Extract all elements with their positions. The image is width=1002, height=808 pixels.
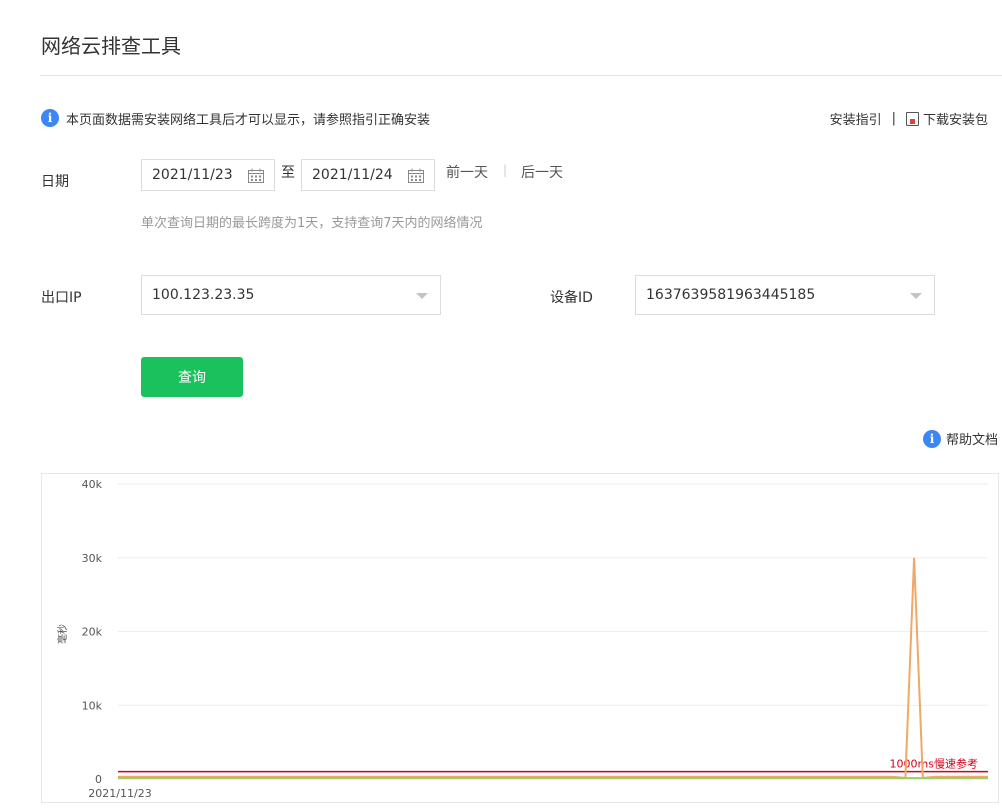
download-icon xyxy=(905,111,919,126)
date-to-value: 2021/11/24 xyxy=(312,167,393,183)
next-day-link[interactable]: 后一天 xyxy=(521,162,563,182)
date-label: 日期 xyxy=(41,174,69,190)
info-icon: i xyxy=(922,429,941,448)
date-to-input[interactable]: 2021/11/24 xyxy=(301,159,435,191)
day-link-divider: | xyxy=(503,163,508,177)
download-link[interactable]: 下载安装包 xyxy=(923,109,988,128)
date-hint: 单次查询日期的最长跨度为1天，支持查询7天内的网络情况 xyxy=(141,216,483,231)
calendar-icon xyxy=(408,168,424,183)
link-separator: | xyxy=(891,111,896,126)
prev-day-link[interactable]: 前一天 xyxy=(446,162,488,182)
threshold-label: 1000ms慢速参考 xyxy=(890,757,978,771)
ip-select[interactable]: 100.123.23.35 xyxy=(141,275,441,315)
y-tick-label: 10k xyxy=(82,699,103,712)
page-title: 网络云排查工具 xyxy=(41,34,181,58)
info-icon: i xyxy=(41,109,59,127)
y-tick-label: 0 xyxy=(95,773,102,786)
ip-value: 100.123.23.35 xyxy=(152,287,255,303)
query-button[interactable]: 查询 xyxy=(141,357,243,397)
y-tick-label: 20k xyxy=(82,626,103,639)
top-links: 安装指引 | 下载安装包 xyxy=(830,109,988,128)
date-from-input[interactable]: 2021/11/23 xyxy=(141,159,275,191)
notice-text: 本页面数据需安装网络工具后才可以显示，请参照指引正确安装 xyxy=(66,112,431,128)
latency-chart: 40k 30k 20k 10k 0 毫秒 2021/11/23 1000ms慢速参考 xyxy=(41,473,999,803)
series-line-1 xyxy=(118,557,988,779)
title-divider xyxy=(40,75,1002,76)
help-label: 帮助文档 xyxy=(945,433,998,448)
y-tick-label: 30k xyxy=(82,552,103,565)
y-axis-label: 毫秒 xyxy=(56,624,69,644)
help-docs-link[interactable]: i 帮助文档 xyxy=(922,429,998,448)
chevron-down-icon xyxy=(910,293,922,299)
ip-label: 出口IP xyxy=(41,290,82,306)
device-label: 设备ID xyxy=(550,290,593,306)
device-value: 1637639581963445185 xyxy=(646,287,816,303)
date-from-value: 2021/11/23 xyxy=(152,167,233,183)
calendar-icon xyxy=(248,168,264,183)
chevron-down-icon xyxy=(416,293,428,299)
install-guide-link[interactable]: 安装指引 xyxy=(830,109,882,128)
device-select[interactable]: 1637639581963445185 xyxy=(635,275,935,315)
date-range-separator: 至 xyxy=(281,165,295,181)
y-tick-label: 40k xyxy=(82,478,103,491)
chart-svg: 40k30k20k10k0毫秒2021/11/231000ms慢速参考 xyxy=(56,478,988,800)
install-notice: i 本页面数据需安装网络工具后才可以显示，请参照指引正确安装 xyxy=(41,108,430,128)
